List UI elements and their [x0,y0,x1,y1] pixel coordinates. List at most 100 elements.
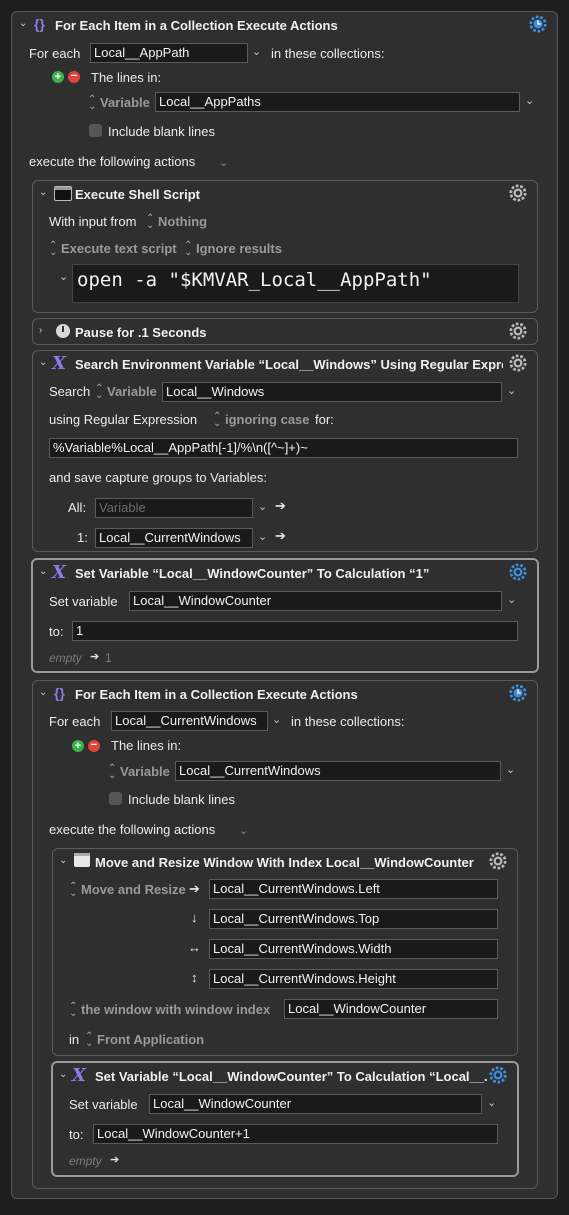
updown-icon[interactable]: ⌃ ⌄ [184,241,192,258]
chevron-down-icon[interactable]: ⌄ [272,713,281,726]
updown-icon[interactable]: ⌃ ⌄ [85,1032,93,1049]
height-field[interactable]: Local__CurrentWindows.Height [209,969,498,989]
move-mode-option[interactable]: Move and Resize [81,882,186,897]
search-disclosure-icon[interactable]: ⌄ [39,357,47,368]
inner-title: For Each Item in a Collection Execute Ac… [75,687,358,702]
front-application-option[interactable]: Front Application [97,1032,204,1047]
top-field[interactable]: Local__CurrentWindows.Top [209,909,498,929]
gear-icon[interactable] [509,563,527,581]
updown-icon[interactable]: ⌃ ⌄ [69,882,77,899]
move-title: Move and Resize Window With Index Local_… [95,855,474,870]
gear-icon[interactable] [509,354,527,372]
setvar2-variable-field[interactable]: Local__WindowCounter [149,1094,482,1114]
all-variable-field[interactable]: Variable [95,498,253,518]
execute-actions-label: execute the following actions [49,822,216,837]
chevron-down-icon[interactable]: ⌄ [487,1096,496,1109]
width-field[interactable]: Local__CurrentWindows.Width [209,939,498,959]
variable-x-icon: X [52,562,66,583]
remove-collection-icon[interactable]: − [68,71,80,83]
chevron-down-icon[interactable]: ⌄ [507,593,516,606]
chevron-down-icon[interactable]: ⌄ [59,270,68,283]
ignore-results-option[interactable]: Ignore results [196,241,282,256]
collection-variable-field[interactable]: Local__AppPaths [155,92,520,112]
shell-disclosure-icon[interactable]: ⌄ [39,187,47,198]
empty-label: empty [49,651,82,665]
gear-icon[interactable] [509,684,527,702]
setvar2-title: Set Variable “Local__WindowCounter” To C… [95,1069,487,1084]
add-collection-icon[interactable]: + [72,740,84,752]
arrow-vertical-icon: ↕ [191,970,198,985]
arrow-right-icon: ➔ [90,651,100,663]
shell-title: Execute Shell Script [75,187,200,202]
updown-icon[interactable]: ⌃ ⌄ [49,241,57,258]
chevron-down-icon[interactable]: ⌄ [507,384,516,397]
setvar1-variable-field[interactable]: Local__WindowCounter [129,591,502,611]
terminal-icon [54,186,72,201]
left-field[interactable]: Local__CurrentWindows.Left [209,879,498,899]
empty-result-value: 1 [105,651,112,665]
pause-disclosure-icon[interactable]: › [39,325,42,336]
updown-icon[interactable]: ⌃ ⌄ [95,384,103,401]
variable-label[interactable]: Variable [120,764,170,779]
gear-icon[interactable] [489,852,507,870]
window-icon [74,853,90,867]
window-index-option[interactable]: the window with window index [81,1002,270,1017]
include-blank-checkbox[interactable] [89,124,102,137]
for-label: for: [315,412,334,427]
chevron-down-icon[interactable]: ⌄ [219,156,228,169]
gear-icon[interactable] [489,1066,507,1084]
script-editor[interactable]: open -a "$KMVAR_Local__AppPath" [72,264,519,303]
search-variable-label[interactable]: Variable [107,384,157,399]
remove-collection-icon[interactable]: − [88,740,100,752]
search-variable-field[interactable]: Local__Windows [162,382,502,402]
inner-collection-variable-field[interactable]: Local__CurrentWindows [175,761,501,781]
chevron-down-icon[interactable]: ⌄ [258,530,267,543]
group-one-label: 1: [77,530,88,545]
outer-title: For Each Item in a Collection Execute Ac… [55,18,338,33]
chevron-down-icon[interactable]: ⌄ [252,45,261,58]
variable-x-icon: X [72,1065,86,1086]
all-label: All: [68,500,87,515]
setvar2-to-field[interactable]: Local__WindowCounter+1 [93,1124,498,1144]
updown-icon[interactable]: ⌃ ⌄ [88,95,96,112]
for-each-variable-field[interactable]: Local__AppPath [90,43,248,63]
include-blank-label: Include blank lines [108,124,215,139]
for-each-label: For each [49,714,101,729]
ignoring-case-option[interactable]: ignoring case [225,412,310,427]
updown-icon[interactable]: ⌃ ⌄ [108,764,116,781]
pause-title: Pause for .1 Seconds [75,325,207,340]
updown-icon[interactable]: ⌃ ⌄ [213,412,221,429]
updown-icon[interactable]: ⌃ ⌄ [69,1002,77,1019]
chevron-down-icon[interactable]: ⌄ [239,824,248,837]
regex-field[interactable]: %Variable%Local__AppPath[-1]/%\n([^~]+)~ [49,438,518,458]
add-collection-icon[interactable]: + [52,71,64,83]
setvar1-disclosure-icon[interactable]: ⌄ [39,566,47,577]
inner-for-each-variable-field[interactable]: Local__CurrentWindows [111,711,268,731]
gear-icon[interactable] [529,15,547,33]
execute-text-script-option[interactable]: Execute text script [61,241,177,256]
chevron-down-icon[interactable]: ⌄ [258,500,267,513]
save-groups-label: and save capture groups to Variables: [49,470,268,485]
window-index-field[interactable]: Local__WindowCounter [284,999,498,1019]
move-disclosure-icon[interactable]: ⌄ [59,855,67,866]
gear-icon[interactable] [509,322,527,340]
for-each-label: For each [29,46,81,61]
gear-icon[interactable] [509,184,527,202]
braces-icon: {} [54,685,65,701]
variable-label[interactable]: Variable [100,95,150,110]
updown-icon[interactable]: ⌃ ⌄ [146,214,154,231]
arrow-horizontal-icon: ↔ [188,940,201,955]
input-source-value[interactable]: Nothing [158,214,207,229]
execute-actions-label: execute the following actions [29,154,196,169]
group-one-variable-field[interactable]: Local__CurrentWindows [95,528,253,548]
empty-label: empty [69,1154,102,1168]
outer-disclosure-icon[interactable]: ⌄ [19,18,27,29]
chevron-down-icon[interactable]: ⌄ [506,763,515,776]
script-text: open -a "$KMVAR_Local__AppPath" [77,269,432,291]
inner-disclosure-icon[interactable]: ⌄ [39,687,47,698]
setvar1-to-field[interactable]: 1 [72,621,518,641]
setvar2-disclosure-icon[interactable]: ⌄ [59,1069,67,1080]
include-blank-checkbox[interactable] [109,792,122,805]
braces-icon: {} [34,16,45,32]
chevron-down-icon[interactable]: ⌄ [525,94,534,107]
